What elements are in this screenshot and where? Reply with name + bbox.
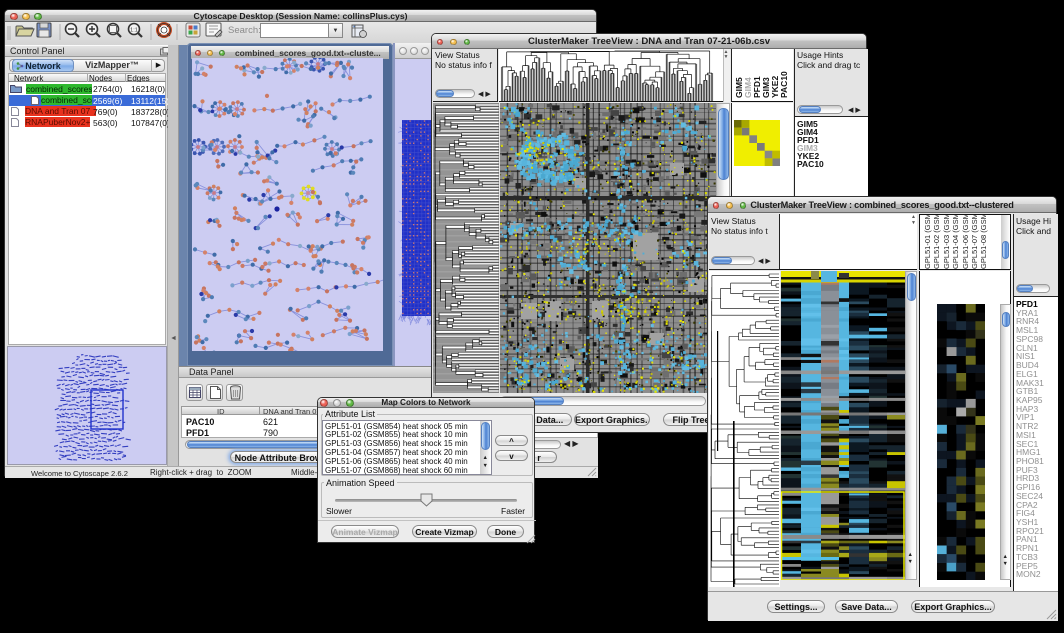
- svg-text:1:1: 1:1: [130, 28, 138, 34]
